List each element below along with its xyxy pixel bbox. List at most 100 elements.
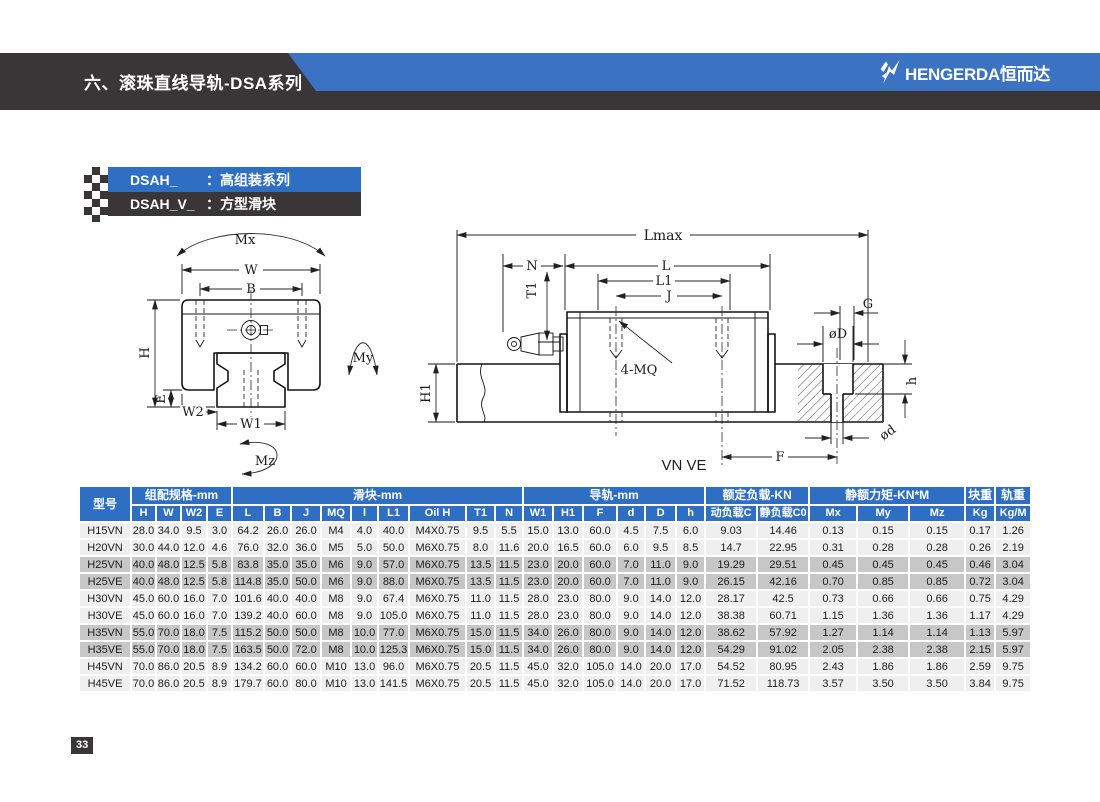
value-cell: 163.5 [232, 641, 264, 658]
table-group-header-row: 型号组配规格-mm滑块-mm导轨-mm额定负载-KN静额力矩-KN*M块重轨重 [79, 486, 1031, 505]
value-cell: 1.27 [809, 624, 857, 641]
dim-label-w1: W1 [240, 417, 262, 432]
value-cell: 23.0 [523, 573, 553, 590]
value-cell: 9.5 [181, 522, 207, 539]
value-cell: 60.0 [583, 573, 617, 590]
value-cell: 1.26 [995, 522, 1031, 539]
dim-label-my: My [353, 351, 374, 366]
value-cell: 4.5 [617, 522, 645, 539]
column-header: Kg/M [995, 505, 1031, 522]
value-cell: 9.5 [645, 539, 676, 556]
dim-label-h-small: h [905, 376, 920, 385]
value-cell: 118.73 [757, 675, 809, 692]
spec-table: 型号组配规格-mm滑块-mm导轨-mm额定负载-KN静额力矩-KN*M块重轨重 … [78, 485, 1032, 693]
value-cell: 8.5 [676, 539, 705, 556]
table-row: H30VN45.060.016.07.0101.640.040.0M89.067… [79, 590, 1031, 607]
value-cell: 14.46 [757, 522, 809, 539]
value-cell: 17.0 [676, 675, 705, 692]
column-header: h [676, 505, 705, 522]
value-cell: 38.38 [705, 607, 757, 624]
column-group-header: 额定负载-KN [705, 486, 809, 505]
value-cell: 23.0 [523, 556, 553, 573]
value-cell: 115.2 [232, 624, 264, 641]
column-header: L [232, 505, 264, 522]
series-label-high-assembly: DSAH_ ：高组装系列 [108, 167, 361, 192]
value-cell: M6X0.75 [409, 573, 466, 590]
value-cell: 0.66 [857, 590, 909, 607]
value-cell: 7.0 [207, 590, 232, 607]
value-cell: 86.0 [156, 658, 181, 675]
value-cell: 3.50 [909, 675, 965, 692]
value-cell: 54.29 [705, 641, 757, 658]
value-cell: 20.5 [466, 658, 495, 675]
value-cell: 14.0 [617, 658, 645, 675]
value-cell: 50.0 [291, 624, 321, 641]
value-cell: 13.5 [466, 556, 495, 573]
dim-label-od-big: øD [829, 327, 847, 342]
value-cell: 34.0 [156, 522, 181, 539]
value-cell: 11.5 [495, 556, 523, 573]
column-header: N [495, 505, 523, 522]
value-cell: M6X0.75 [409, 641, 466, 658]
value-cell: 114.8 [232, 573, 264, 590]
value-cell: 60.0 [583, 539, 617, 556]
value-cell: 32.0 [553, 658, 583, 675]
value-cell: 9.0 [351, 607, 378, 624]
model-cell: H45VN [79, 658, 131, 675]
value-cell: 10.0 [351, 641, 378, 658]
value-cell: 15.0 [466, 641, 495, 658]
value-cell: 28.17 [705, 590, 757, 607]
value-cell: 2.38 [909, 641, 965, 658]
dim-label-h: H [138, 347, 153, 358]
value-cell: 70.0 [131, 675, 156, 692]
model-cell: H15VN [79, 522, 131, 539]
column-header: W1 [523, 505, 553, 522]
value-cell: 42.16 [757, 573, 809, 590]
value-cell: 11.5 [495, 675, 523, 692]
value-cell: 0.45 [857, 556, 909, 573]
value-cell: 1.14 [857, 624, 909, 641]
value-cell: 50.0 [291, 573, 321, 590]
value-cell: 5.5 [495, 522, 523, 539]
page-title: 六、滚珠直线导轨-DSA系列 [84, 53, 303, 110]
value-cell: M8 [321, 641, 351, 658]
value-cell: 60.0 [156, 590, 181, 607]
column-header: l [351, 505, 378, 522]
value-cell: 0.75 [965, 590, 995, 607]
value-cell: 141.5 [378, 675, 409, 692]
value-cell: 14.0 [645, 607, 676, 624]
column-header: Mz [909, 505, 965, 522]
value-cell: 88.0 [378, 573, 409, 590]
model-cell: H25VE [79, 573, 131, 590]
value-cell: 13.0 [351, 658, 378, 675]
value-cell: 14.0 [645, 624, 676, 641]
value-cell: M6X0.75 [409, 539, 466, 556]
value-cell: 20.0 [645, 658, 676, 675]
value-cell: M6X0.75 [409, 556, 466, 573]
model-cell: H30VN [79, 590, 131, 607]
value-cell: 3.57 [809, 675, 857, 692]
value-cell: 7.0 [617, 573, 645, 590]
value-cell: 0.13 [809, 522, 857, 539]
value-cell: 34.0 [523, 641, 553, 658]
value-cell: M8 [321, 607, 351, 624]
value-cell: 8.9 [207, 675, 232, 692]
value-cell: 60.0 [583, 556, 617, 573]
dim-label-n: N [526, 259, 537, 274]
value-cell: 0.85 [857, 573, 909, 590]
value-cell: 0.70 [809, 573, 857, 590]
value-cell: 5.97 [995, 624, 1031, 641]
value-cell: 5.8 [207, 573, 232, 590]
value-cell: 12.5 [181, 556, 207, 573]
value-cell: 11.6 [495, 539, 523, 556]
value-cell: 32.0 [264, 539, 291, 556]
value-cell: 60.0 [291, 658, 321, 675]
table-row: H25VE40.048.012.55.8114.835.050.0M69.088… [79, 573, 1031, 590]
value-cell: 3.04 [995, 573, 1031, 590]
value-cell: M6 [321, 573, 351, 590]
value-cell: 36.0 [291, 539, 321, 556]
value-cell: 14.0 [645, 641, 676, 658]
value-cell: 6.0 [676, 522, 705, 539]
value-cell: 29.51 [757, 556, 809, 573]
value-cell: 0.45 [909, 556, 965, 573]
